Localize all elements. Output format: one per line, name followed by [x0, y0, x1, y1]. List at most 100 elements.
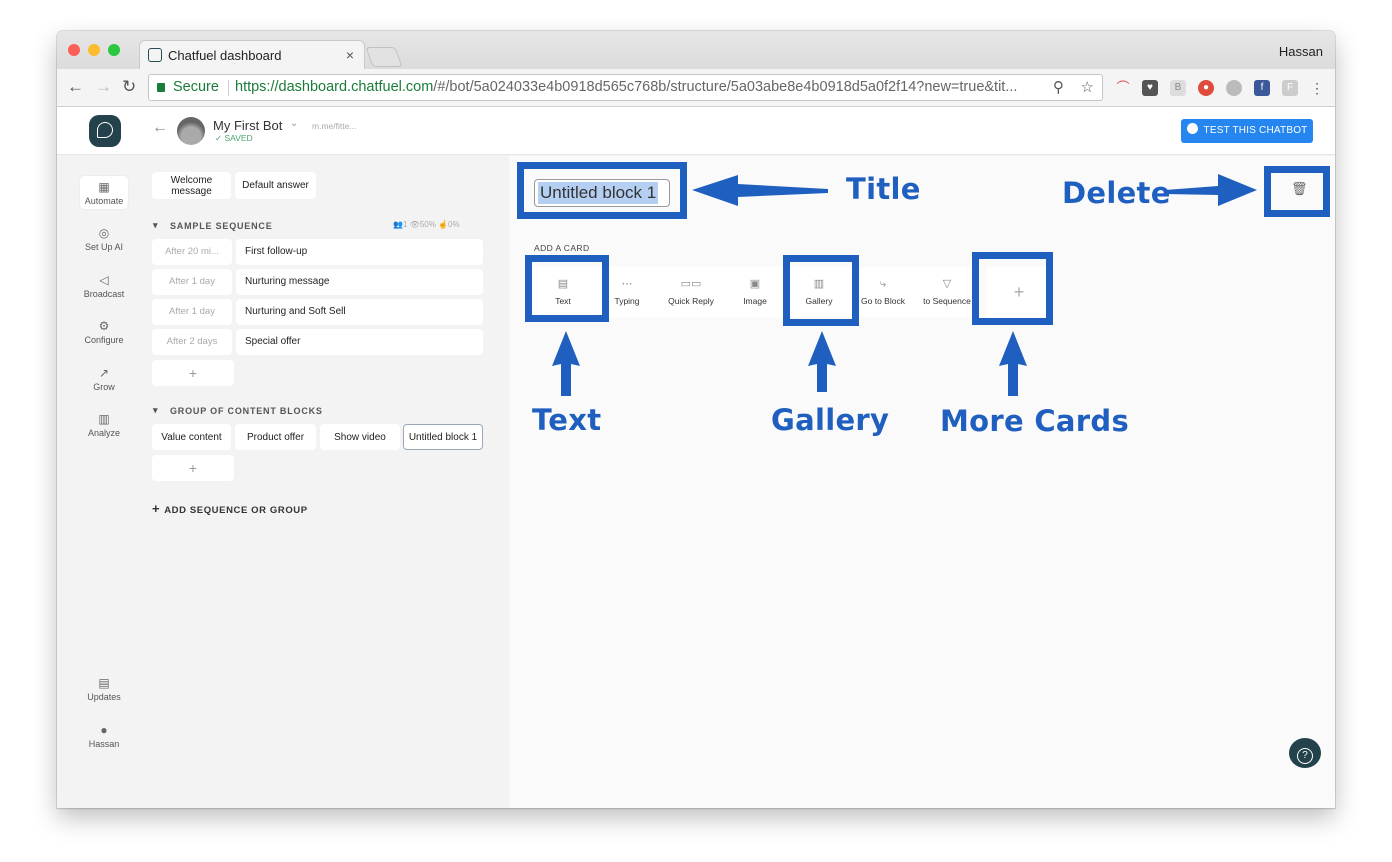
quick-reply-icon: ▭▭ — [680, 278, 702, 290]
group-block[interactable]: Value content — [152, 424, 231, 450]
sequence-delay[interactable]: After 20 mi... — [152, 239, 232, 265]
ai-icon: ◎ — [98, 226, 110, 240]
help-button[interactable]: ? — [1289, 738, 1321, 768]
add-sequence-or-group-button[interactable]: + ADD SEQUENCE OR GROUP — [152, 501, 308, 516]
add-sequence-label: ADD SEQUENCE OR GROUP — [164, 505, 308, 516]
sequence-delay[interactable]: After 2 days — [152, 329, 232, 355]
gallery-card-icon: ▥ — [813, 278, 825, 290]
eye-icon: 👁 — [409, 220, 420, 229]
add-group-block-button[interactable]: + — [152, 455, 234, 481]
nav-grow[interactable]: ↗ Grow — [80, 366, 128, 392]
sequence-block-name[interactable]: Special offer — [236, 329, 483, 355]
group-block[interactable]: Show video — [320, 424, 400, 450]
omnibox-divider — [228, 80, 229, 96]
add-card-label: ADD A CARD — [534, 243, 590, 253]
welcome-message-block[interactable]: Welcome message — [152, 172, 231, 199]
chevron-down-icon[interactable]: ⌄ — [290, 118, 298, 129]
minimize-window-button[interactable] — [88, 44, 100, 56]
quick-reply-card-button[interactable]: ▭▭ Quick Reply — [659, 267, 723, 317]
sequence-row[interactable]: After 1 day Nurturing and Soft Sell — [152, 299, 483, 325]
nav-updates[interactable]: ▤ Updates — [80, 676, 128, 702]
sequence-row[interactable]: After 20 mi... First follow-up — [152, 239, 483, 265]
extension-rainbow-icon[interactable]: ⌒ — [1115, 80, 1131, 96]
sequence-block-name[interactable]: Nurturing message — [236, 269, 483, 295]
nav-analyze[interactable]: ▥ Analyze — [80, 412, 128, 438]
secure-label: Secure — [173, 79, 219, 95]
analyze-icon: ▥ — [98, 412, 110, 426]
nav-configure[interactable]: ⚙ Configure — [80, 319, 128, 345]
image-card-icon: ▣ — [749, 278, 761, 290]
zoom-icon[interactable]: ⚲ — [1053, 79, 1064, 96]
test-chatbot-button[interactable]: TEST THIS CHATBOT — [1181, 119, 1313, 143]
url-path: /#/bot/5a024033e4b0918d565c768b/structur… — [433, 79, 1018, 95]
extension-red-icon[interactable]: ● — [1198, 80, 1214, 96]
typing-card-button[interactable]: ⋯ Typing — [595, 267, 659, 317]
close-window-button[interactable] — [68, 44, 80, 56]
sequence-row[interactable]: After 1 day Nurturing message — [152, 269, 483, 295]
bookmark-star-icon[interactable]: ☆ — [1081, 79, 1094, 96]
address-bar[interactable]: Secure https://dashboard.chatfuel.com/#/… — [148, 74, 1103, 101]
group-block-selected[interactable]: Untitled block 1 — [403, 424, 483, 450]
blocks-panel: Welcome message Default answer ▾ SAMPLE … — [139, 156, 509, 808]
trash-icon[interactable]: 🗑 — [1291, 181, 1308, 201]
reload-icon[interactable]: ↻ — [122, 77, 136, 97]
back-icon[interactable]: ← — [152, 119, 168, 137]
user-avatar-icon: ● — [100, 723, 108, 737]
image-card-button[interactable]: ▣ Image — [723, 267, 787, 317]
card-label: Image — [743, 296, 767, 306]
sequence-block-name[interactable]: First follow-up — [236, 239, 483, 265]
gallery-card-button[interactable]: ▥ Gallery — [787, 267, 851, 317]
default-answer-block[interactable]: Default answer — [235, 172, 316, 199]
extension-f-icon[interactable]: F — [1282, 80, 1298, 96]
block-title-input[interactable]: Untitled block 1 — [534, 179, 670, 207]
maximize-window-button[interactable] — [108, 44, 120, 56]
close-tab-icon[interactable]: × — [346, 47, 354, 63]
sample-sequence-title[interactable]: SAMPLE SEQUENCE — [170, 221, 273, 231]
nav-user-label: Hassan — [88, 739, 120, 749]
back-arrow-icon[interactable]: ← — [67, 77, 84, 97]
pocket-icon[interactable]: ♥ — [1142, 80, 1158, 96]
nav-user[interactable]: ● Hassan — [80, 723, 128, 749]
sequence-stats: 👥1 👁50% ☝0% — [393, 220, 460, 229]
click-icon: ☝ — [438, 220, 449, 229]
nav-automate[interactable]: ▦ Automate — [80, 176, 128, 209]
profile-name[interactable]: Hassan — [1279, 44, 1323, 59]
more-cards-button[interactable]: + — [987, 267, 1051, 317]
broadcast-icon: ◁ — [99, 273, 109, 287]
stat-click: 0% — [448, 220, 460, 229]
sequence-block-name[interactable]: Nurturing and Soft Sell — [236, 299, 483, 325]
card-label: Gallery — [805, 296, 833, 306]
group-title[interactable]: GROUP OF CONTENT BLOCKS — [170, 406, 323, 416]
text-card-button[interactable]: ▤ Text — [531, 267, 595, 317]
extension-chat-icon[interactable] — [1226, 80, 1242, 96]
chatfuel-logo-icon[interactable] — [89, 115, 121, 147]
sample-sequence-caret-icon[interactable]: ▾ — [153, 220, 158, 231]
browser-tab[interactable]: Chatfuel dashboard × — [139, 40, 365, 70]
nav-set-up-ai[interactable]: ◎ Set Up AI — [80, 226, 128, 252]
group-caret-icon[interactable]: ▾ — [153, 405, 158, 416]
forward-arrow-icon[interactable]: → — [95, 77, 112, 97]
chrome-menu-icon[interactable]: ⋮ — [1309, 80, 1325, 96]
to-sequence-icon: ▽ — [942, 278, 952, 290]
nav-automate-label: Automate — [84, 196, 124, 206]
card-label: to Sequence — [923, 296, 971, 306]
add-sequence-block-button[interactable]: + — [152, 360, 234, 386]
group-block[interactable]: Product offer — [235, 424, 316, 450]
browser-toolbar: ← → ↻ Secure https://dashboard.chatfuel.… — [57, 69, 1335, 107]
nav-ai-label: Set Up AI — [84, 242, 124, 252]
nav-broadcast[interactable]: ◁ Broadcast — [80, 273, 128, 299]
sequence-delay[interactable]: After 1 day — [152, 299, 232, 325]
facebook-extension-icon[interactable]: f — [1254, 80, 1270, 96]
lock-icon — [157, 83, 165, 92]
sequence-row[interactable]: After 2 days Special offer — [152, 329, 483, 355]
go-to-block-icon: ⤷ — [879, 278, 887, 290]
bot-name[interactable]: My First Bot — [213, 118, 282, 133]
to-sequence-card-button[interactable]: ▽ to Sequence — [915, 267, 979, 317]
bot-link[interactable]: m.me/fitte... — [312, 121, 356, 131]
go-to-block-card-button[interactable]: ⤷ Go to Block — [851, 267, 915, 317]
browser-window: Chatfuel dashboard × Hassan ← → ↻ Secure… — [57, 31, 1335, 808]
new-tab-button[interactable] — [365, 47, 403, 67]
extension-b-icon[interactable]: B — [1170, 80, 1186, 96]
text-card-icon: ▤ — [557, 278, 569, 290]
sequence-delay[interactable]: After 1 day — [152, 269, 232, 295]
